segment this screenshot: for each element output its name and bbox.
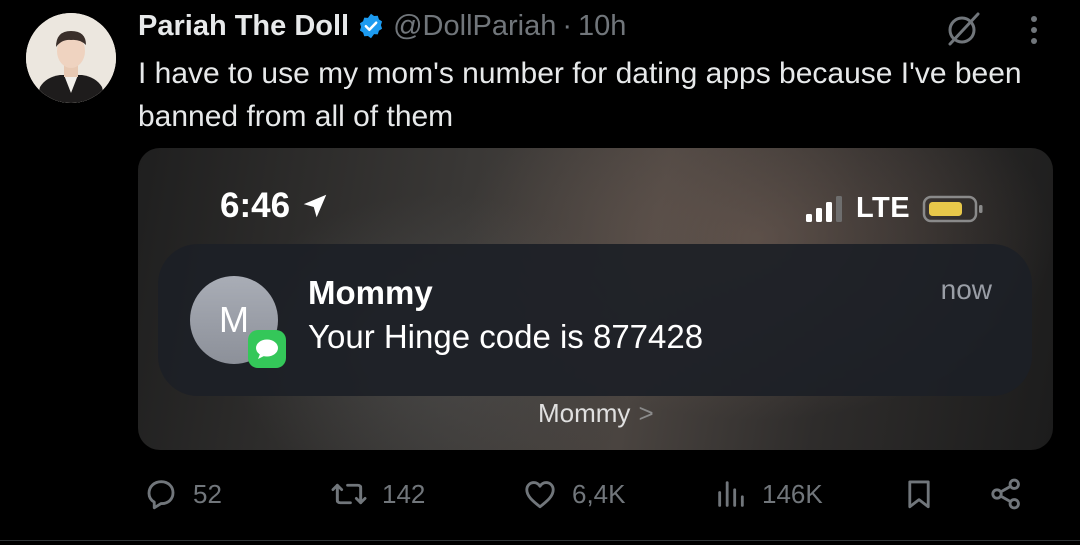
tweet-text: I have to use my mom's number for dating… xyxy=(138,57,1022,133)
notification-group-label[interactable]: Mommy > xyxy=(538,398,654,429)
media-image[interactable]: 6:46 LTE M Mommy Your Hinge code is 8774… xyxy=(138,148,1053,450)
heart-icon xyxy=(525,481,555,509)
share-icon xyxy=(991,478,1020,510)
bookmark-icon xyxy=(908,480,930,509)
notification-banner[interactable]: M Mommy Your Hinge code is 877428 now xyxy=(158,244,1032,396)
notification-body: Your Hinge code is 877428 xyxy=(308,318,704,355)
repost-count: 142 xyxy=(382,478,426,509)
notification-sender: Mommy xyxy=(308,274,433,311)
reply-button[interactable]: 52 xyxy=(143,474,222,514)
avatar-image xyxy=(26,13,116,103)
chevron-right-icon: > xyxy=(638,398,654,428)
network-type: LTE xyxy=(856,192,911,224)
verified-badge-icon[interactable] xyxy=(357,12,385,40)
more-vertical-icon[interactable] xyxy=(1022,12,1046,53)
notification-time: now xyxy=(940,274,992,305)
repost-button[interactable]: 142 xyxy=(330,474,425,514)
battery-icon xyxy=(922,195,983,222)
display-name[interactable]: Pariah The Doll xyxy=(138,10,349,43)
user-handle[interactable]: @DollPariah xyxy=(393,10,556,43)
repost-icon xyxy=(331,483,367,505)
status-bar-time: 6:46 xyxy=(220,186,330,226)
status-bar-right: LTE xyxy=(804,192,984,225)
views-button[interactable]: 146K xyxy=(714,474,823,514)
location-arrow-icon xyxy=(303,194,327,218)
bookmark-button[interactable] xyxy=(902,474,936,514)
avatar[interactable] xyxy=(26,13,116,103)
contact-initial: M xyxy=(219,299,249,340)
tweet-header: Pariah The Doll @DollPariah · 10h xyxy=(138,6,626,46)
like-button[interactable]: 6,4K xyxy=(522,474,626,514)
status-time-text: 6:46 xyxy=(220,186,291,225)
reply-count: 52 xyxy=(193,478,222,509)
tweet-actions: 52 142 6,4K 146K xyxy=(0,474,1080,514)
like-count: 6,4K xyxy=(572,478,626,509)
views-count: 146K xyxy=(762,478,823,509)
grok-icon[interactable] xyxy=(944,10,982,53)
reply-icon xyxy=(147,480,175,510)
tweet-time[interactable]: 10h xyxy=(578,10,626,43)
views-chart-icon xyxy=(718,481,744,507)
cellular-signal-icon xyxy=(806,195,842,222)
messages-app-icon xyxy=(248,330,286,368)
group-label-text: Mommy xyxy=(538,398,631,428)
separator-dot: · xyxy=(562,9,573,42)
share-button[interactable] xyxy=(988,474,1024,514)
divider xyxy=(0,540,1080,541)
